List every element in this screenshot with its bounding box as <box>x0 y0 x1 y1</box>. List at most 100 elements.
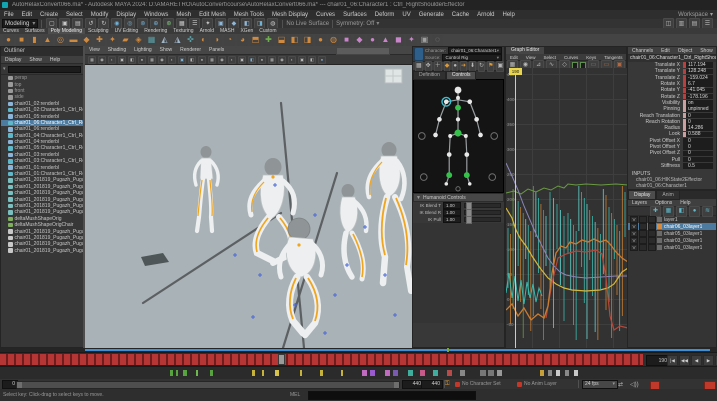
time-slider[interactable]: 190 |◀◀◀◀▶▶▶▶| <box>0 352 717 367</box>
menubar-item[interactable]: Surfaces <box>339 12 371 18</box>
mel-label[interactable]: MEL <box>290 392 300 398</box>
viewport-toggle-icon[interactable]: ◧ <box>128 56 136 64</box>
channel-value-field[interactable]: 0.5 <box>683 163 713 169</box>
bookmark-mark[interactable] <box>183 370 187 376</box>
shelf-tool-icon[interactable]: ● <box>3 35 14 46</box>
menubar-item[interactable]: Display <box>112 12 140 18</box>
shelf-tool-icon[interactable]: ◌ <box>432 35 443 46</box>
outliner-menu[interactable]: Show <box>25 57 46 63</box>
shelf-tool-icon[interactable]: ▦ <box>146 35 157 46</box>
shelf-tool-icon[interactable]: ◍ <box>328 35 339 46</box>
channel-value-field[interactable]: unpinned <box>683 106 713 112</box>
input-node[interactable]: chair01_06:Character1 <box>628 183 716 189</box>
channel-value-field[interactable]: -178.196 <box>683 94 713 100</box>
viewport-toggle-icon[interactable]: ◧ <box>308 56 316 64</box>
channel-value-field[interactable]: 0 <box>683 138 713 144</box>
bookmark-mark[interactable] <box>170 370 173 376</box>
layer-playback-toggle[interactable] <box>639 244 647 252</box>
menubar-item[interactable]: Edit Mesh <box>195 12 230 18</box>
hik-tool-icon[interactable]: ↻ <box>478 61 485 72</box>
viewport-toggle-icon[interactable]: ◧ <box>248 56 256 64</box>
shelf-tool-icon[interactable]: ◮ <box>172 35 183 46</box>
shelf-tool-icon[interactable]: ✦ <box>406 35 417 46</box>
playback-button[interactable]: ◀◀ <box>679 355 690 366</box>
bookmark-mark[interactable] <box>385 370 390 376</box>
outliner-menu[interactable]: Display <box>1 57 25 63</box>
bookmark-mark[interactable] <box>480 370 486 376</box>
playback-loop-icon[interactable]: ⇄ <box>618 381 623 388</box>
shelf-tool-icon[interactable]: ■ <box>16 35 27 46</box>
bookmark-mark[interactable] <box>262 370 264 376</box>
hik-tab-controls[interactable]: Controls <box>446 71 477 80</box>
mute-audio-icon[interactable]: ◁)) <box>630 381 639 388</box>
shelf-tool-icon[interactable]: ◨ <box>302 35 313 46</box>
menubar-item[interactable]: Select <box>62 12 87 18</box>
bookmark-mark[interactable] <box>565 370 569 376</box>
viewport-toggle-icon[interactable]: ▣ <box>118 56 126 64</box>
bookmark-mark[interactable] <box>488 370 494 376</box>
bookmark-mark[interactable] <box>196 370 198 376</box>
viewport-toggle-icon[interactable]: ● <box>258 56 266 64</box>
bookmark-mark[interactable] <box>540 370 544 376</box>
bookmark-mark[interactable] <box>320 370 323 376</box>
bookmark-mark[interactable] <box>341 370 343 376</box>
menubar-item[interactable]: Windows <box>140 12 172 18</box>
viewport-toggle-icon[interactable]: ● <box>198 56 206 64</box>
set-key-icon[interactable]: ⚿ <box>445 381 450 388</box>
layer-visibility-toggle[interactable]: V <box>630 244 638 252</box>
outliner-menu[interactable]: Help <box>46 57 64 63</box>
shelf-tool-icon[interactable]: ◑ <box>211 35 222 46</box>
channel-value-field[interactable]: 0 <box>683 144 713 150</box>
layer-color-swatch[interactable] <box>657 245 662 250</box>
shelf-tool-icon[interactable]: ◼ <box>393 35 404 46</box>
range-slider-bar[interactable] <box>16 381 400 389</box>
menubar-item[interactable]: Arnold <box>473 12 498 18</box>
bookmark-mark[interactable] <box>370 370 375 376</box>
layer-display-type[interactable] <box>648 244 656 252</box>
viewport-toggle-icon[interactable]: ◐ <box>228 56 236 64</box>
viewport-toggle-icon[interactable]: ◉ <box>98 56 106 64</box>
graph-editor-title[interactable]: Graph Editor <box>506 47 544 54</box>
layer-editor-icon[interactable]: ≋ <box>702 206 713 217</box>
menubar-item[interactable]: Edit <box>18 12 36 18</box>
viewport-toggle-icon[interactable]: ◉ <box>218 56 226 64</box>
layer-editor-menu[interactable]: Layers <box>628 200 651 206</box>
shelf-tool-icon[interactable]: ◆ <box>81 35 92 46</box>
shelf-tool-icon[interactable]: ◔ <box>224 35 235 46</box>
shelf-tool-icon[interactable]: ✚ <box>263 35 274 46</box>
menubar-item[interactable]: Deform <box>371 12 399 18</box>
bookmark-mark[interactable] <box>408 370 413 376</box>
bookmark-mark[interactable] <box>497 370 502 376</box>
character-representation[interactable] <box>413 79 504 193</box>
layer-editor-icon[interactable]: ● <box>689 206 700 217</box>
channel-box-object-name[interactable]: chair01_06:Character1_Ctrl_RightShoulder… <box>628 55 716 62</box>
range-handle-left[interactable] <box>17 382 22 388</box>
viewport-toggle-icon[interactable]: ● <box>138 56 146 64</box>
playback-button[interactable]: |◀ <box>667 355 678 366</box>
shelf-tool-icon[interactable]: ✜ <box>185 35 196 46</box>
source-selector[interactable]: Control Rig▾ <box>442 54 502 61</box>
command-line-input[interactable] <box>308 391 476 400</box>
menubar-item[interactable]: Cache <box>448 12 473 18</box>
layer-editor-menu[interactable]: Help <box>676 200 694 206</box>
graph-editor-canvas[interactable]: 450400350300250200150100500-50 190 <box>506 68 628 349</box>
menubar-item[interactable]: Generate <box>415 12 448 18</box>
menubar-item[interactable]: Mesh Tools <box>230 12 268 18</box>
no-live-surface-indicator[interactable]: No Live Surface <box>286 21 329 27</box>
channel-value-field[interactable]: 14.286 <box>683 125 713 131</box>
menu-set-selector[interactable]: Modeling▾ <box>2 19 38 28</box>
menubar-item[interactable]: Modify <box>87 12 113 18</box>
layer-color-swatch[interactable] <box>657 238 662 243</box>
viewport-toggle-icon[interactable]: ▦ <box>208 56 216 64</box>
viewport-menu[interactable]: View <box>85 47 104 53</box>
playback-button[interactable]: ◀ <box>691 355 702 366</box>
viewport-toggle-icon[interactable]: ◐ <box>108 56 116 64</box>
slider-value-field[interactable]: 1.00 <box>443 202 461 209</box>
hik-tool-icon[interactable]: ▣ <box>496 61 504 72</box>
shelf-tool-icon[interactable]: ◐ <box>198 35 209 46</box>
layer-editor-icon[interactable]: ▦ <box>663 206 674 217</box>
viewport-toggle-icon[interactable]: ◉ <box>158 56 166 64</box>
hik-tool-icon[interactable]: ⚑ <box>487 61 494 72</box>
channel-box-menu[interactable]: Channels <box>628 48 657 54</box>
shelf-tool-icon[interactable]: ⬒ <box>250 35 261 46</box>
